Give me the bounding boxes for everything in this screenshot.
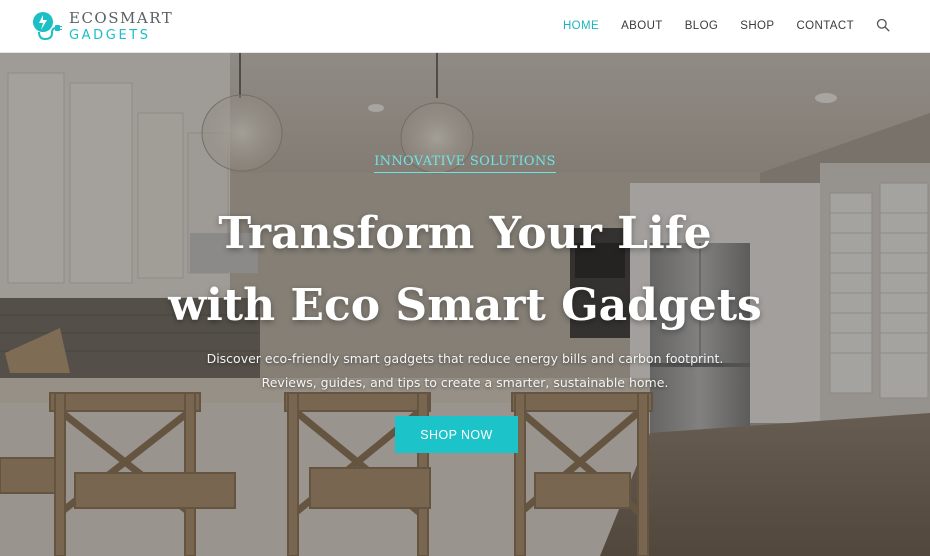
nav-item-home[interactable]: HOME (563, 20, 599, 32)
hero-eyebrow: INNOVATIVE SOLUTIONS (0, 154, 930, 173)
nav-item-blog[interactable]: BLOG (685, 20, 719, 32)
hero-headline: Transform Your Life with Eco Smart Gadge… (0, 198, 930, 342)
search-icon[interactable] (876, 18, 890, 32)
site-header: ECOSMART GADGETS HOME ABOUT BLOG SHOP CO… (0, 0, 930, 53)
brand-name: ECOSMART GADGETS (69, 8, 174, 43)
lightbulb-plug-logo-icon (33, 12, 62, 41)
nav-item-contact[interactable]: CONTACT (796, 20, 854, 32)
nav-item-about[interactable]: ABOUT (621, 20, 663, 32)
hero-headline-line2: with Eco Smart Gadgets (168, 280, 762, 331)
brand-name-line1: ECOSMART (69, 8, 174, 27)
hero-headline-line1: Transform Your Life (218, 208, 712, 259)
nav-item-shop[interactable]: SHOP (740, 20, 774, 32)
brand-logo[interactable]: ECOSMART GADGETS (30, 8, 173, 44)
hero-subtext-line1: Discover eco-friendly smart gadgets that… (206, 351, 724, 366)
brand-name-line2: GADGETS (69, 27, 151, 43)
hero-section: INNOVATIVE SOLUTIONS Transform Your Life… (0, 53, 930, 556)
hero-content: INNOVATIVE SOLUTIONS Transform Your Life… (0, 53, 930, 556)
hero-subtext-line2: Reviews, guides, and tips to create a sm… (261, 375, 669, 390)
hero-eyebrow-text: INNOVATIVE SOLUTIONS (374, 154, 556, 173)
shop-now-button[interactable]: SHOP NOW (395, 416, 518, 453)
main-nav: HOME ABOUT BLOG SHOP CONTACT (541, 0, 890, 52)
hero-subtext: Discover eco-friendly smart gadgets that… (0, 347, 930, 395)
